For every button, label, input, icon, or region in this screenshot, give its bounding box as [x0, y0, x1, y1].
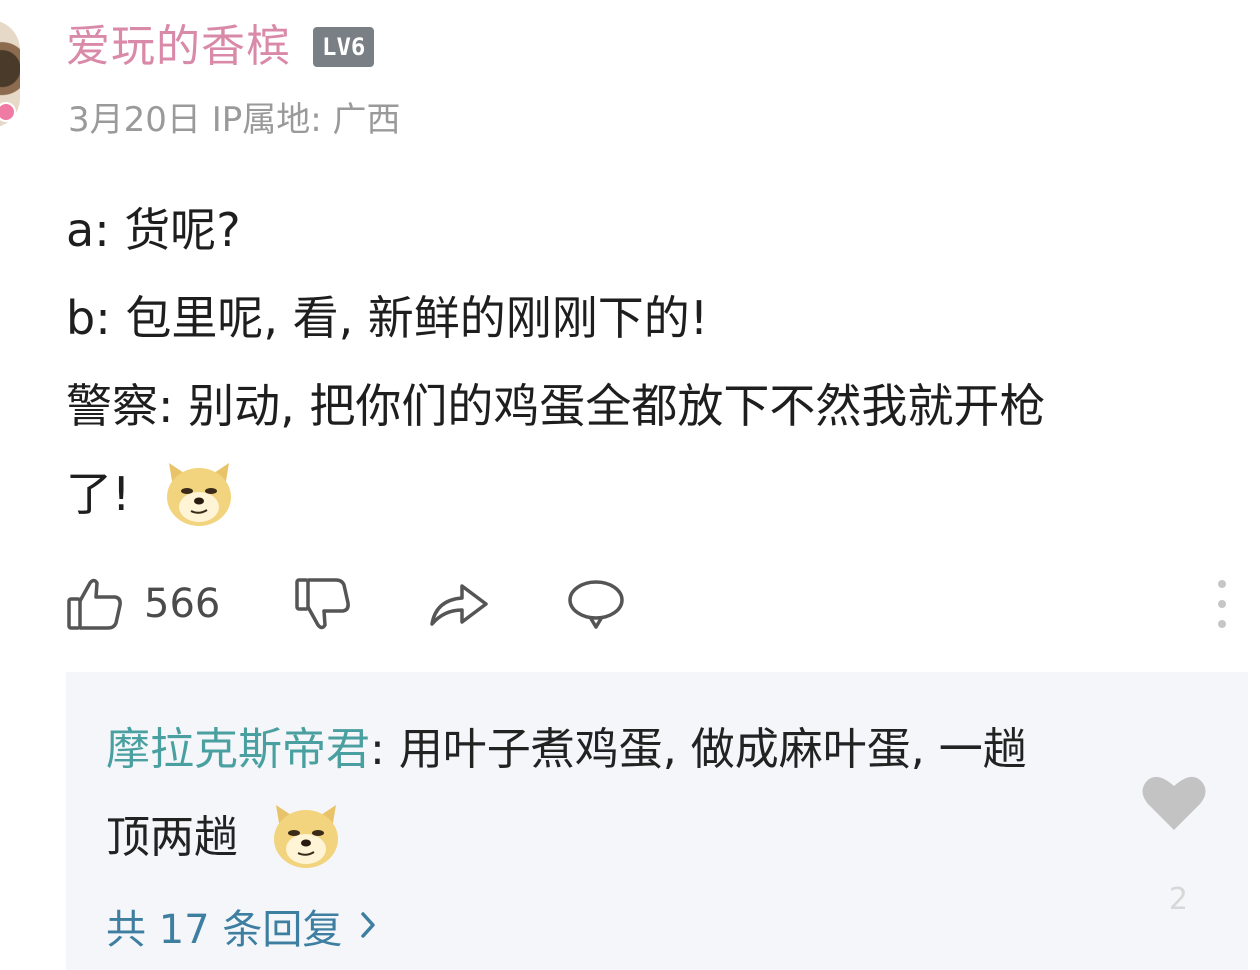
like-button[interactable]: 566 [66, 577, 220, 631]
reply-separator: : [370, 724, 399, 775]
comment-page: 爱玩的香槟 LV6 3月20日 IP属地: 广西 a: 货呢? b: 包里呢, … [0, 0, 1260, 970]
comment-line-text: 了! [66, 467, 131, 521]
reply-line: 摩拉克斯帝君: 用叶子煮鸡蛋, 做成麻叶蛋, 一趟 [106, 706, 1186, 794]
thumbs-up-icon [66, 577, 124, 631]
share-icon [428, 580, 490, 628]
comment-button[interactable] [566, 578, 626, 630]
comment-content: a: 货呢? b: 包里呢, 看, 新鲜的刚刚下的! 警察: 别动, 把你们的鸡… [66, 186, 1254, 538]
username[interactable]: 爱玩的香槟 [66, 25, 291, 69]
more-icon[interactable] [1216, 578, 1228, 634]
comment-icon [566, 578, 626, 630]
username-row: 爱玩的香槟 LV6 [66, 16, 375, 78]
like-count: 566 [144, 581, 221, 627]
reply-author[interactable]: 摩拉克斯帝君 [106, 724, 370, 775]
reply-text: 摩拉克斯帝君: 用叶子煮鸡蛋, 做成麻叶蛋, 一趟 顶两趟 [106, 706, 1186, 882]
thumbs-down-icon [294, 577, 352, 631]
comment-line: b: 包里呢, 看, 新鲜的刚刚下的! [66, 291, 709, 345]
reply-line: 顶两趟 [106, 794, 1186, 882]
reply-body-line2: 顶两趟 [106, 812, 238, 863]
action-bar: 566 [66, 570, 1242, 638]
comment-meta: 3月20日 IP属地: 广西 [68, 100, 401, 140]
reply-count-text: 共 17 条回复 [106, 907, 343, 953]
heart-icon[interactable] [1140, 772, 1208, 836]
dislike-button[interactable] [294, 577, 352, 631]
comment-line: a: 货呢? [66, 203, 241, 257]
share-button[interactable] [428, 580, 490, 628]
avatar-badge-icon [0, 102, 16, 122]
reply-preview[interactable]: 摩拉克斯帝君: 用叶子煮鸡蛋, 做成麻叶蛋, 一趟 顶两趟 共 17 条回复 2 [66, 672, 1248, 970]
reply-body-line1: 用叶子煮鸡蛋, 做成麻叶蛋, 一趟 [398, 724, 1027, 775]
view-replies-link[interactable]: 共 17 条回复 [106, 897, 376, 955]
chevron-right-icon [360, 903, 376, 949]
doge-emoji-icon [163, 459, 235, 529]
level-badge: LV6 [313, 27, 375, 67]
doge-emoji-icon [270, 801, 342, 871]
comment-line: 警察: 别动, 把你们的鸡蛋全都放下不然我就开枪 [66, 379, 1046, 433]
reply-like-count: 2 [1168, 882, 1188, 917]
comment-line-last: 了! [66, 450, 1254, 538]
